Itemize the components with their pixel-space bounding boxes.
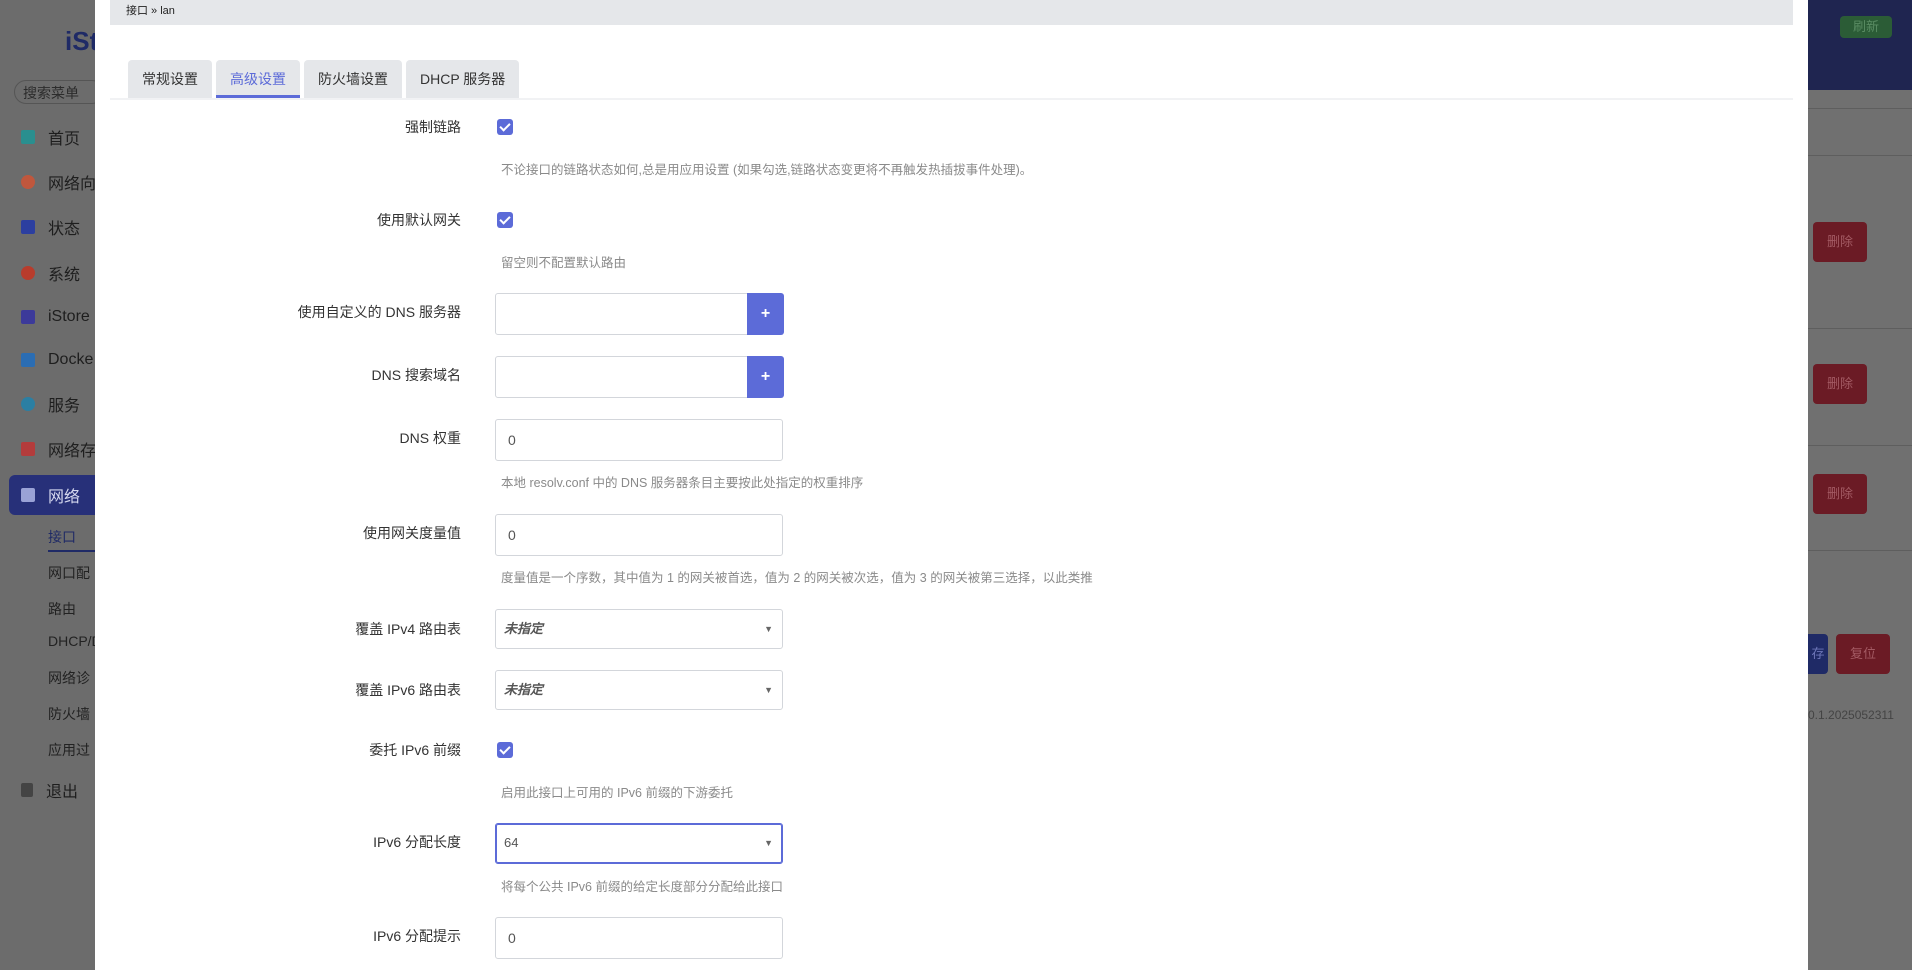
default-gateway-label: 使用默认网关	[377, 212, 461, 228]
version-text: 0.1.2025052311	[1808, 708, 1894, 722]
nav-item-logout[interactable]: 退出	[0, 772, 95, 808]
dns-weight-input[interactable]: 0	[495, 419, 783, 461]
dns-weight-label: DNS 权重	[399, 430, 461, 446]
nav-item-label: 网络存	[48, 443, 95, 460]
nav-item-docker[interactable]: Docke	[0, 342, 95, 378]
reset-button[interactable]: 复位	[1836, 634, 1890, 674]
ipv6-table-select[interactable]: 未指定 ▼	[495, 670, 783, 710]
delegate-prefix-description: 启用此接口上可用的 IPv6 前缀的下游委托	[501, 786, 733, 800]
add-dns-button[interactable]: +	[747, 293, 784, 335]
custom-dns-label: 使用自定义的 DNS 服务器	[297, 304, 461, 320]
nav-item-label: Docke	[48, 351, 94, 368]
ipv4-table-select[interactable]: 未指定 ▼	[495, 609, 783, 649]
nav-item-label: 系统	[48, 267, 81, 284]
subnav-item-firewall[interactable]: 防火墙	[48, 704, 95, 724]
ipv6-assign-length-select[interactable]: 64 ▼	[495, 823, 783, 864]
dashboard-icon	[21, 220, 35, 234]
docker-icon	[21, 353, 35, 367]
divider	[1808, 445, 1912, 446]
tab-advanced[interactable]: 高级设置	[216, 60, 300, 98]
nav-item-label: 退出	[46, 784, 79, 801]
dns-weight-description: 本地 resolv.conf 中的 DNS 服务器条目主要按此处指定的权重排序	[501, 476, 864, 490]
tab-dhcp[interactable]: DHCP 服务器	[406, 60, 520, 98]
nav-item-services[interactable]: 服务	[0, 386, 95, 422]
nav-item-status[interactable]: 状态	[0, 209, 95, 245]
nav-item-label: 状态	[48, 221, 81, 238]
tab-general[interactable]: 常规设置	[128, 60, 212, 98]
breadcrumb-bar: 接口 » lan	[110, 0, 1793, 25]
tab-panel-border	[110, 98, 1793, 100]
divider	[1808, 108, 1912, 109]
select-value: 未指定	[504, 682, 544, 697]
nav-item-nas[interactable]: 网络存	[0, 431, 95, 467]
menu-search-input[interactable]: 搜索菜单	[14, 80, 104, 104]
nav-item-label: 服务	[48, 398, 81, 415]
nav-item-wizard[interactable]: 网络向	[0, 164, 95, 200]
force-link-description: 不论接口的链路状态如何,总是用应用设置 (如果勾选,链路状态变更将不再触发热插拔…	[501, 163, 1033, 177]
breadcrumb: 接口 » lan	[126, 5, 175, 17]
refresh-button[interactable]: 刷新	[1840, 16, 1892, 38]
ipv6-hint-input[interactable]: 0	[495, 917, 783, 959]
delegate-prefix-checkbox[interactable]	[497, 742, 513, 758]
default-gateway-checkbox[interactable]	[497, 212, 513, 228]
divider	[1808, 155, 1912, 156]
subnav-item-ports[interactable]: 网口配	[48, 563, 95, 583]
nav-item-home[interactable]: 首页	[0, 119, 95, 155]
ipv6-hint-label: IPv6 分配提示	[373, 928, 461, 944]
subnav-item-routes[interactable]: 路由	[48, 599, 95, 619]
interface-edit-modal: 接口 » lan 常规设置 高级设置 防火墙设置 DHCP 服务器 强制链路 不…	[95, 0, 1808, 970]
divider	[1808, 328, 1912, 329]
subnav-item-interfaces[interactable]: 接口	[48, 527, 95, 552]
app-logo: iSt	[65, 26, 99, 56]
nav-item-istore[interactable]: iStore	[0, 299, 95, 335]
delegate-prefix-label: 委托 IPv6 前缀	[369, 742, 461, 758]
gateway-metric-label: 使用网关度量值	[363, 525, 461, 541]
background-header	[1808, 0, 1912, 90]
gateway-metric-description: 度量值是一个序数，其中值为 1 的网关被首选，值为 2 的网关被次选，值为 3 …	[501, 571, 1093, 585]
delete-button[interactable]: 删除	[1813, 474, 1867, 514]
custom-dns-input[interactable]	[495, 293, 748, 335]
delete-button[interactable]: 删除	[1813, 364, 1867, 404]
gateway-metric-input[interactable]: 0	[495, 514, 783, 556]
tab-firewall[interactable]: 防火墙设置	[304, 60, 402, 98]
subnav-item-app-filter[interactable]: 应用过	[48, 740, 95, 760]
ipv6-assign-length-label: IPv6 分配长度	[373, 834, 461, 850]
nav-item-label: 网络向	[48, 176, 95, 193]
dns-search-input[interactable]	[495, 356, 748, 398]
dns-search-label: DNS 搜索域名	[371, 367, 461, 383]
select-value: 64	[504, 835, 519, 850]
storage-icon	[21, 442, 35, 456]
link-icon	[21, 397, 35, 411]
force-link-checkbox[interactable]	[497, 119, 513, 135]
wizard-icon	[21, 175, 35, 189]
save-button[interactable]: 存	[1808, 634, 1828, 674]
network-icon	[21, 488, 35, 502]
nav-item-label: 首页	[48, 131, 81, 148]
divider	[1808, 550, 1912, 551]
ipv6-table-label: 覆盖 IPv6 路由表	[355, 682, 461, 698]
select-value: 未指定	[504, 621, 544, 636]
subnav-item-diagnostics[interactable]: 网络诊	[48, 668, 95, 688]
nav-item-label: iStore	[48, 308, 90, 325]
add-search-domain-button[interactable]: +	[747, 356, 784, 398]
subnav-item-dhcp[interactable]: DHCP/D	[48, 633, 95, 649]
nav-item-network[interactable]: 网络	[9, 475, 95, 515]
gear-icon	[21, 266, 35, 280]
tab-bar: 常规设置 高级设置 防火墙设置 DHCP 服务器	[128, 60, 523, 98]
delete-button[interactable]: 删除	[1813, 222, 1867, 262]
logout-icon	[21, 783, 33, 797]
store-icon	[21, 310, 35, 324]
nav-item-label: 网络	[48, 489, 81, 506]
dropdown-arrow-icon: ▼	[764, 685, 773, 695]
home-icon	[21, 130, 35, 144]
ipv4-table-label: 覆盖 IPv4 路由表	[355, 621, 461, 637]
nav-item-system[interactable]: 系统	[0, 255, 95, 291]
force-link-label: 强制链路	[405, 119, 461, 135]
default-gateway-description: 留空则不配置默认路由	[501, 256, 627, 270]
dropdown-arrow-icon: ▼	[764, 838, 773, 848]
ipv6-assign-length-description: 将每个公共 IPv6 前缀的给定长度部分分配给此接口	[501, 880, 783, 894]
dropdown-arrow-icon: ▼	[764, 624, 773, 634]
